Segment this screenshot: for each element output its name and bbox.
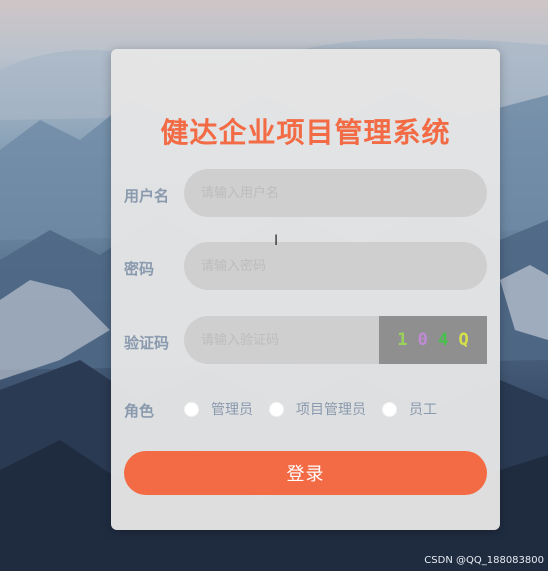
role-label: 角色 <box>124 402 155 420</box>
captcha-label: 验证码 <box>124 334 170 352</box>
captcha-char: 0 <box>417 330 428 350</box>
role-option-project-admin[interactable]: 项目管理员 <box>269 399 366 419</box>
watermark: CSDN @QQ_188083800 <box>424 555 544 566</box>
captcha-field: 1 0 4 Q <box>184 316 487 364</box>
role-option-admin[interactable]: 管理员 <box>184 399 253 419</box>
login-card: 健达企业项目管理系统 用户名 密码 验证码 1 0 4 Q 角色 管理员 项目管… <box>111 49 500 530</box>
password-label: 密码 <box>124 260 155 278</box>
radio-button[interactable] <box>382 401 397 417</box>
radio-button[interactable] <box>269 401 284 417</box>
username-label: 用户名 <box>124 187 170 205</box>
text-cursor-icon: I <box>274 233 279 249</box>
captcha-image[interactable]: 1 0 4 Q <box>379 316 487 364</box>
role-option-label: 管理员 <box>211 402 253 418</box>
page-title: 健达企业项目管理系统 <box>160 116 451 149</box>
captcha-char: 1 <box>397 330 408 350</box>
captcha-char: 4 <box>438 330 449 350</box>
login-button[interactable]: 登录 <box>124 451 487 495</box>
radio-button[interactable] <box>184 401 199 417</box>
captcha-char: Q <box>458 330 469 350</box>
username-input[interactable] <box>184 169 487 217</box>
role-radio-group: 管理员 项目管理员 员工 <box>184 399 453 419</box>
captcha-input[interactable] <box>184 316 379 364</box>
role-option-employee[interactable]: 员工 <box>382 399 437 419</box>
role-option-label: 项目管理员 <box>296 402 366 418</box>
role-option-label: 员工 <box>409 402 437 418</box>
password-input[interactable] <box>184 242 487 290</box>
